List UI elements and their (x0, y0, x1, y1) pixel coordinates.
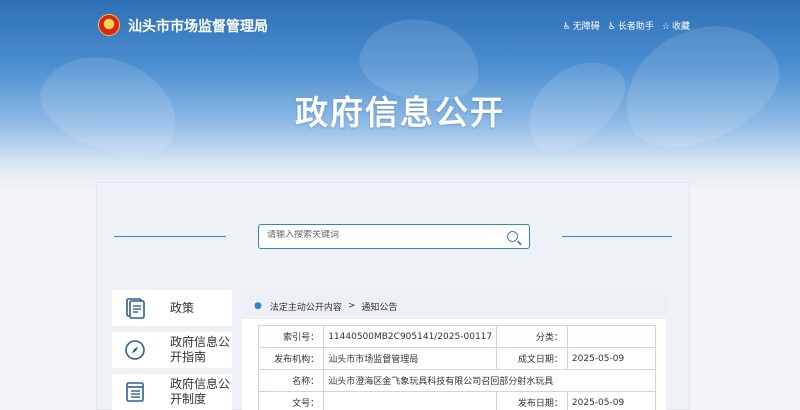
breadcrumb: ● 法定主动公开内容 > 通知公告 (242, 293, 666, 319)
elder-assistant-link[interactable]: ♿ 长者助手 (608, 19, 654, 32)
publisher-value: 汕头市市场监督管理局 (323, 347, 498, 370)
elder-assistant-label: 长者助手 (617, 22, 654, 32)
accessibility-link[interactable]: ♿ 无障碍 (563, 19, 600, 32)
created-date-value: 2025-05-09 (566, 347, 657, 370)
document-icon (124, 297, 146, 319)
sidebar-item-disclosure-rules[interactable]: 政府信息公开制度 (112, 374, 232, 410)
category-label: 分类： (496, 325, 568, 348)
sidebar-item-disclosure-guide[interactable]: 政府信息公开指南 (112, 332, 232, 368)
sidebar-item-label: 政府信息公开指南 (170, 335, 231, 364)
created-date-label: 成文日期： (496, 347, 568, 370)
document-meta-table: 索引号： 11440500MB2C905141/2025-00117 分类： 发… (257, 325, 657, 410)
sidebar-item-policy[interactable]: 政策 (112, 290, 232, 326)
index-label: 索引号： (257, 325, 325, 348)
publisher-label: 发布机构： (257, 347, 325, 370)
search-box (258, 224, 530, 249)
table-row: 名称： 汕头市澄海区金飞象玩具科技有限公司召回部分射水玩具 (257, 369, 656, 392)
accessibility-icon: ♿ (562, 22, 571, 32)
name-label: 名称： (257, 369, 325, 392)
favorite-label: 收藏 (671, 22, 690, 32)
emblem-logo[interactable] (98, 14, 120, 36)
breadcrumb-item-disclosure[interactable]: 法定主动公开内容 (270, 300, 342, 313)
doc-number-value (323, 391, 498, 410)
search-divider-right (562, 236, 672, 237)
header-banner: 汕头市市场监督管理局 ♿ 无障碍 ♿ 长者助手 ☆ 收藏 政府信息公开 (0, 0, 800, 190)
table-row: 索引号： 11440500MB2C905141/2025-00117 分类： (257, 325, 657, 348)
table-row: 发布机构： 汕头市市场监督管理局 成文日期： 2025-05-09 (257, 347, 657, 370)
search-icon[interactable] (507, 231, 518, 242)
search-divider-left (114, 236, 226, 237)
favorite-link[interactable]: ☆ 收藏 (662, 19, 690, 32)
published-date-label: 发布日期： (496, 391, 568, 410)
search-input[interactable] (267, 230, 487, 240)
category-value (566, 325, 657, 348)
published-date-value: 2025-05-09 (566, 391, 657, 410)
sidebar-item-label: 政策 (170, 300, 195, 315)
sidebar-item-label: 政府信息公开制度 (170, 377, 231, 406)
doc-number-label: 文号： (257, 391, 325, 410)
content-area: ● 法定主动公开内容 > 通知公告 索引号： 11440500MB2C90514… (242, 293, 666, 410)
site-name[interactable]: 汕头市市场监督管理局 (128, 16, 268, 36)
page-title: 政府信息公开 (295, 93, 505, 132)
list-icon (124, 381, 146, 403)
top-links: ♿ 无障碍 ♿ 长者助手 ☆ 收藏 (563, 19, 690, 32)
name-value: 汕头市澄海区金飞象玩具科技有限公司召回部分射水玩具 (323, 369, 656, 392)
elder-icon: ♿ (607, 22, 616, 32)
compass-icon (124, 339, 146, 361)
breadcrumb-separator: > (347, 301, 356, 311)
star-icon: ☆ (661, 22, 670, 32)
index-value: 11440500MB2C905141/2025-00117 (323, 325, 498, 348)
location-icon: ● (254, 301, 262, 311)
accessibility-label: 无障碍 (572, 22, 600, 32)
breadcrumb-item-notice[interactable]: 通知公告 (361, 300, 397, 313)
table-row: 文号： 发布日期： 2025-05-09 (257, 391, 657, 410)
